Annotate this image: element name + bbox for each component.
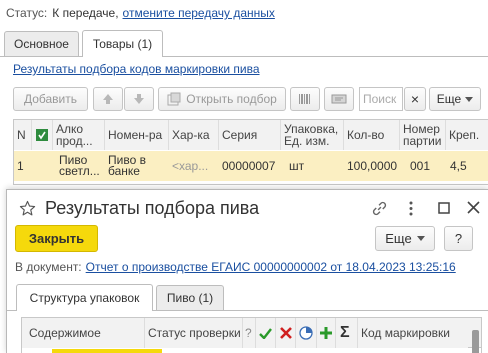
close-button[interactable]: Закрыть	[15, 225, 98, 252]
dialog-title: Результаты подбора пива	[45, 198, 260, 218]
link-icon[interactable]	[372, 201, 387, 216]
checkbox-grid-icon	[35, 128, 49, 142]
menu-dots-icon[interactable]	[408, 201, 414, 216]
scanner-icon	[331, 93, 347, 105]
barcode-button[interactable]	[290, 87, 320, 111]
cell-series: 00000007	[222, 158, 276, 173]
scrollbar[interactable]	[472, 330, 479, 353]
close-button-label: Закрыть	[28, 231, 85, 246]
cross-icon	[280, 327, 292, 339]
add-button-label: Добавить	[23, 92, 78, 106]
sigma-icon: Σ	[340, 324, 350, 341]
dialog-more-label: Еще	[385, 231, 412, 246]
more-button-label: Еще	[436, 92, 462, 106]
open-selection-label: Открыть подбор	[186, 92, 277, 106]
col-alco[interactable]: Алко прод...	[53, 120, 105, 150]
dialog-table: Содержимое Статус проверки ? Σ Код марки…	[21, 317, 482, 353]
col-check[interactable]	[32, 120, 53, 150]
chevron-down-icon	[465, 96, 474, 102]
col-content[interactable]: Содержимое	[22, 318, 145, 348]
search-input[interactable]: Поиск	[359, 87, 403, 111]
pie-progress-icon	[299, 326, 313, 340]
tab-beer[interactable]: Пиво (1)	[156, 285, 224, 310]
tab-goods-label: Товары (1)	[92, 37, 153, 51]
document-label: В документ:	[15, 260, 82, 274]
help-icon: ?	[454, 231, 463, 246]
dialog-table-row[interactable]	[52, 349, 162, 353]
add-button[interactable]: Добавить	[13, 87, 88, 111]
goods-table: N Алко прод... Номен-ра Хар-ка Серия Упа…	[13, 119, 488, 185]
col-qty[interactable]: Кол-во	[344, 120, 400, 150]
col-series[interactable]: Серия	[219, 120, 281, 150]
col-char[interactable]: Хар-ка	[169, 120, 219, 150]
tab-package-structure-label: Структура упаковок	[29, 291, 140, 305]
cell-n: 1	[17, 158, 24, 173]
move-up-button[interactable]	[93, 87, 123, 111]
scanner-button[interactable]	[324, 87, 354, 111]
plus-icon	[320, 327, 332, 339]
document-reference: В документ: Отчет о производстве ЕГАИС 0…	[15, 259, 456, 275]
cell-qty: 100,0000	[347, 158, 398, 173]
main-tab-line	[0, 56, 488, 57]
cell-batch: 001	[410, 158, 431, 173]
col-nomen[interactable]: Номен-ра	[105, 120, 169, 150]
col-ok[interactable]	[256, 318, 276, 348]
barcode-icon	[298, 93, 312, 105]
col-add[interactable]	[317, 318, 336, 348]
table-row[interactable]: 1 Пиво светл... Пиво в банке <хар... 000…	[14, 151, 488, 181]
col-progress[interactable]	[296, 318, 317, 348]
document-link[interactable]: Отчет о производстве ЕГАИС 00000000002 о…	[86, 260, 456, 274]
col-strength[interactable]: Креп.	[446, 120, 488, 150]
checkmark-icon	[259, 327, 272, 339]
more-button[interactable]: Еще	[429, 87, 481, 111]
help-button[interactable]: ?	[444, 226, 473, 251]
col-check-status[interactable]: Статус проверки	[145, 318, 243, 348]
col-question[interactable]: ?	[243, 318, 256, 348]
close-icon: ×	[410, 91, 420, 107]
tab-main-label: Основное	[14, 37, 69, 51]
star-icon[interactable]	[19, 200, 36, 217]
maximize-icon[interactable]	[438, 202, 450, 214]
cell-char: <хар...	[172, 158, 209, 173]
col-marking-code[interactable]: Код маркировки	[358, 318, 468, 348]
cancel-transfer-link[interactable]: отмените передачу данных	[123, 6, 275, 20]
tab-goods[interactable]: Товары (1)	[82, 30, 163, 57]
cell-nomen: Пиво в банке	[108, 153, 146, 178]
open-selection-button[interactable]: Открыть подбор	[158, 87, 286, 111]
results-dialog: Результаты подбора пива Закрыть Еще ? В …	[6, 189, 488, 353]
col-batch[interactable]: Номер партии	[400, 120, 446, 150]
cell-unit: шт	[289, 158, 305, 173]
goods-table-header: N Алко прод... Номен-ра Хар-ка Серия Упа…	[14, 120, 488, 150]
status-line: Статус: К передаче, отмените передачу да…	[6, 5, 275, 21]
chevron-down-icon	[416, 236, 425, 241]
cell-alco: Пиво светл...	[59, 153, 100, 178]
col-n[interactable]: N	[14, 120, 32, 150]
status-value: К передаче,	[52, 6, 119, 20]
arrow-down-icon	[133, 93, 145, 105]
col-unit[interactable]: Упаковка, Ед. изм.	[281, 120, 344, 150]
col-sum[interactable]: Σ	[336, 318, 358, 348]
dialog-more-button[interactable]: Еще	[375, 226, 435, 251]
clear-search-button[interactable]: ×	[404, 87, 426, 111]
col-error[interactable]	[276, 318, 296, 348]
selection-icon	[167, 92, 181, 106]
tab-package-structure[interactable]: Структура упаковок	[16, 284, 153, 311]
status-label: Статус:	[6, 6, 48, 20]
cell-strength: 4,5	[450, 158, 467, 173]
tab-beer-label: Пиво (1)	[166, 291, 214, 305]
tab-main[interactable]: Основное	[4, 31, 79, 56]
arrow-up-icon	[102, 93, 114, 105]
move-down-button[interactable]	[124, 87, 154, 111]
close-icon[interactable]	[467, 201, 480, 214]
marking-results-link[interactable]: Результаты подбора кодов маркировки пива	[13, 62, 260, 76]
search-placeholder: Поиск	[363, 92, 397, 106]
dialog-table-header: Содержимое Статус проверки ? Σ Код марки…	[22, 318, 481, 348]
